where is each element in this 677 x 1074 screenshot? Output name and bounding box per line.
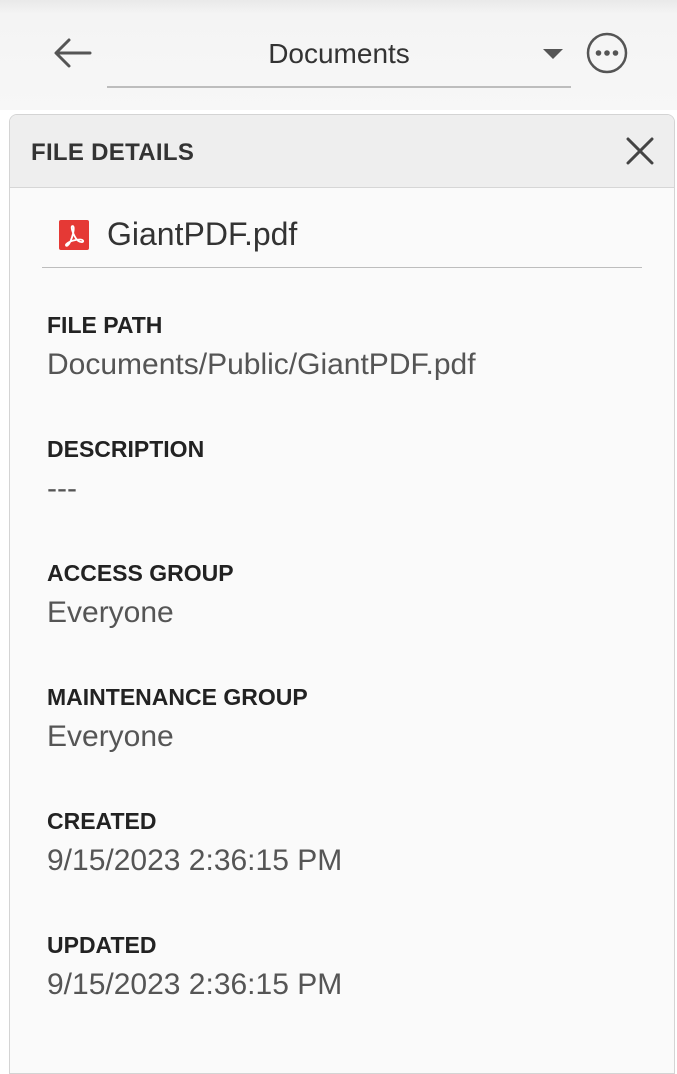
panel-title: FILE DETAILS — [31, 139, 195, 166]
file-details-panel: FILE DETAILS GiantPDF.pdf FILE PATH Docu… — [9, 114, 675, 1074]
back-button[interactable] — [50, 34, 94, 72]
access-group-field: ACCESS GROUP Everyone — [47, 559, 234, 631]
folder-dropdown[interactable]: Documents — [107, 28, 571, 88]
file-path-field: FILE PATH Documents/Public/GiantPDF.pdf — [47, 311, 476, 383]
arrow-left-icon — [54, 38, 92, 68]
description-field: DESCRIPTION --- — [47, 435, 204, 507]
caret-down-icon — [543, 49, 563, 59]
maintenance-group-field: MAINTENANCE GROUP Everyone — [47, 683, 308, 755]
field-value: Everyone — [47, 596, 174, 629]
field-label: ACCESS GROUP — [47, 560, 234, 586]
field-label: MAINTENANCE GROUP — [47, 684, 308, 710]
file-name-row: GiantPDF.pdf — [42, 205, 642, 268]
field-value: Documents/Public/GiantPDF.pdf — [47, 348, 476, 381]
top-bar: Documents — [0, 0, 677, 110]
field-value: 9/15/2023 2:36:15 PM — [47, 968, 343, 1001]
panel-header: FILE DETAILS — [10, 115, 674, 188]
pdf-file-icon — [59, 220, 89, 250]
field-label: FILE PATH — [47, 312, 163, 338]
field-value: --- — [47, 472, 77, 505]
created-field: CREATED 9/15/2023 2:36:15 PM — [47, 807, 342, 879]
close-icon[interactable] — [622, 133, 658, 169]
folder-dropdown-label: Documents — [268, 38, 410, 69]
field-label: CREATED — [47, 808, 157, 834]
more-options-icon[interactable] — [585, 31, 629, 75]
field-label: DESCRIPTION — [47, 436, 205, 462]
field-value: 9/15/2023 2:36:15 PM — [47, 844, 343, 877]
field-value: Everyone — [47, 720, 174, 753]
file-name: GiantPDF.pdf — [107, 216, 298, 252]
field-label: UPDATED — [47, 932, 157, 958]
updated-field: UPDATED 9/15/2023 2:36:15 PM — [47, 931, 342, 1003]
